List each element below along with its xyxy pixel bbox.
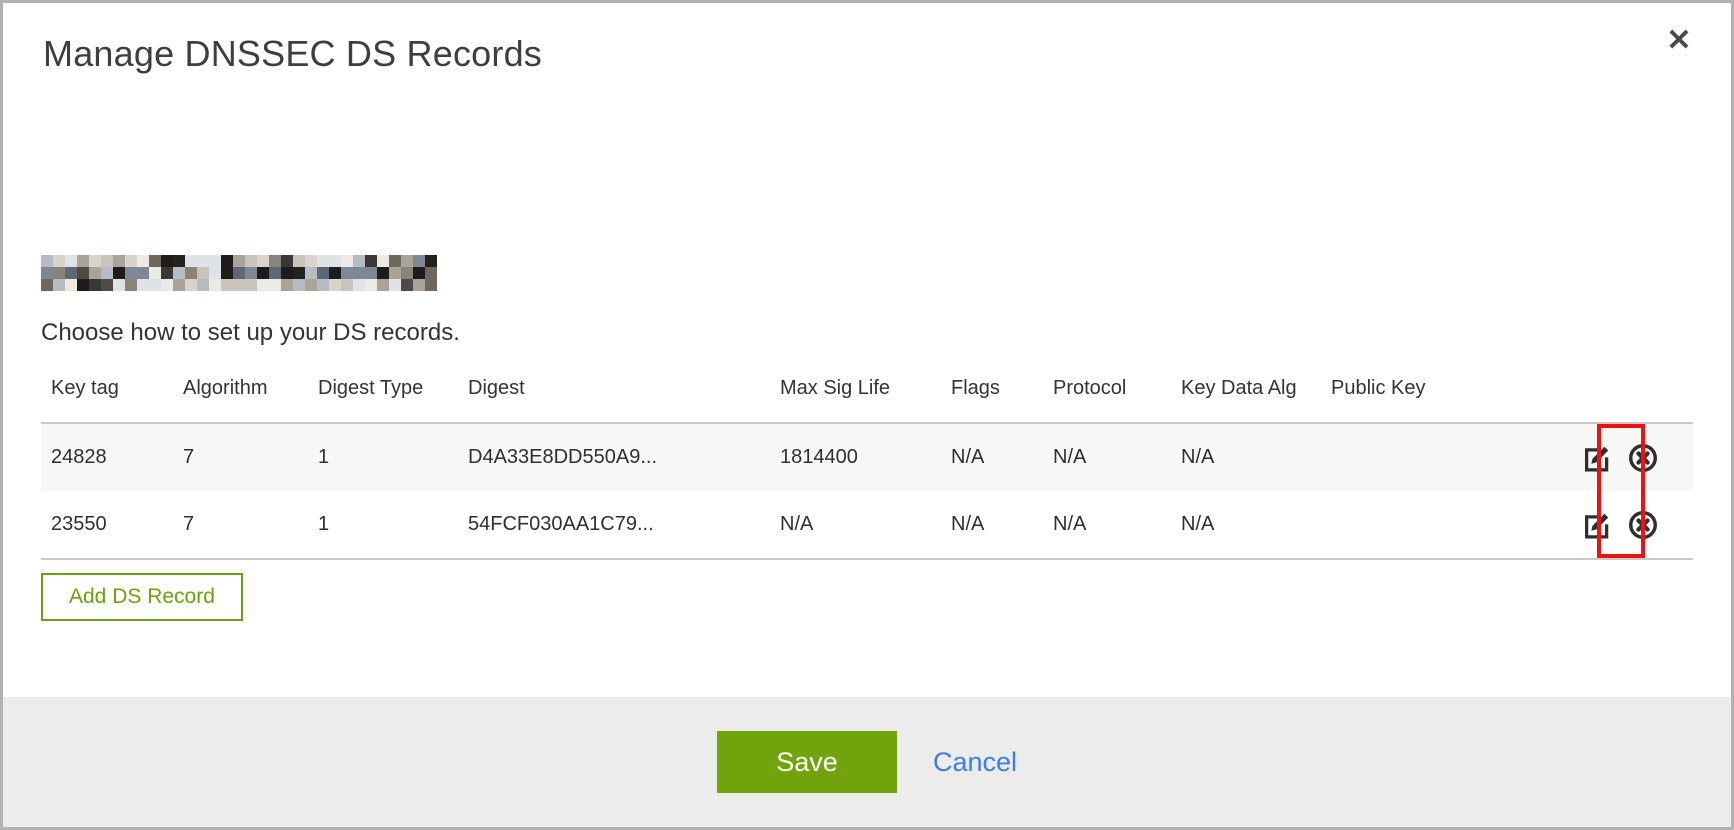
- cell-digest-type: 1: [308, 423, 458, 491]
- header-key-data-alg: Key Data Alg: [1171, 373, 1321, 423]
- table-row: 23550 7 1 54FCF030AA1C79... N/A N/A N/A …: [41, 491, 1693, 559]
- cell-protocol: N/A: [1043, 491, 1171, 559]
- header-public-key: Public Key: [1321, 373, 1561, 423]
- close-icon: ✕: [1666, 24, 1691, 57]
- header-flags: Flags: [941, 373, 1043, 423]
- edit-icon: [1581, 461, 1611, 476]
- table-header-row: Key tag Algorithm Digest Type Digest Max…: [41, 373, 1693, 423]
- dnssec-modal: Manage DNSSEC DS Records ✕ Choose how to…: [0, 0, 1734, 830]
- edit-icon: [1581, 528, 1611, 543]
- cell-actions: [1561, 423, 1693, 491]
- cell-digest-type: 1: [308, 491, 458, 559]
- header-algorithm: Algorithm: [173, 373, 308, 423]
- header-protocol: Protocol: [1043, 373, 1171, 423]
- instruction-text: Choose how to set up your DS records.: [41, 319, 460, 347]
- delete-record-button[interactable]: [1627, 442, 1659, 474]
- header-digest: Digest: [458, 373, 770, 423]
- delete-record-button[interactable]: [1627, 509, 1659, 541]
- cell-key-tag: 24828: [41, 423, 173, 491]
- cell-algorithm: 7: [173, 423, 308, 491]
- close-button[interactable]: ✕: [1657, 19, 1701, 63]
- page-title: Manage DNSSEC DS Records: [43, 33, 542, 75]
- table-row: 24828 7 1 D4A33E8DD550A9... 1814400 N/A …: [41, 423, 1693, 491]
- cancel-link[interactable]: Cancel: [933, 747, 1017, 778]
- cell-max-sig-life: N/A: [770, 491, 941, 559]
- cell-public-key: [1321, 491, 1561, 559]
- cell-flags: N/A: [941, 491, 1043, 559]
- cell-public-key: [1321, 423, 1561, 491]
- header-actions: [1561, 373, 1693, 423]
- cell-actions: [1561, 491, 1693, 559]
- save-button[interactable]: Save: [717, 731, 897, 793]
- cell-key-data-alg: N/A: [1171, 491, 1321, 559]
- header-digest-type: Digest Type: [308, 373, 458, 423]
- delete-circle-x-icon: [1627, 529, 1659, 544]
- modal-content: Manage DNSSEC DS Records ✕ Choose how to…: [3, 3, 1731, 697]
- cell-digest: 54FCF030AA1C79...: [458, 491, 770, 559]
- edit-record-button[interactable]: [1581, 443, 1611, 473]
- header-key-tag: Key tag: [41, 373, 173, 423]
- cell-protocol: N/A: [1043, 423, 1171, 491]
- cell-max-sig-life: 1814400: [770, 423, 941, 491]
- redacted-domain: [41, 255, 437, 291]
- cell-flags: N/A: [941, 423, 1043, 491]
- add-ds-record-button[interactable]: Add DS Record: [41, 573, 243, 621]
- modal-footer: Save Cancel: [3, 697, 1731, 827]
- cell-key-tag: 23550: [41, 491, 173, 559]
- cell-key-data-alg: N/A: [1171, 423, 1321, 491]
- edit-record-button[interactable]: [1581, 510, 1611, 540]
- cell-digest: D4A33E8DD550A9...: [458, 423, 770, 491]
- cell-algorithm: 7: [173, 491, 308, 559]
- ds-records-table: Key tag Algorithm Digest Type Digest Max…: [41, 373, 1693, 560]
- header-max-sig-life: Max Sig Life: [770, 373, 941, 423]
- delete-circle-x-icon: [1627, 462, 1659, 477]
